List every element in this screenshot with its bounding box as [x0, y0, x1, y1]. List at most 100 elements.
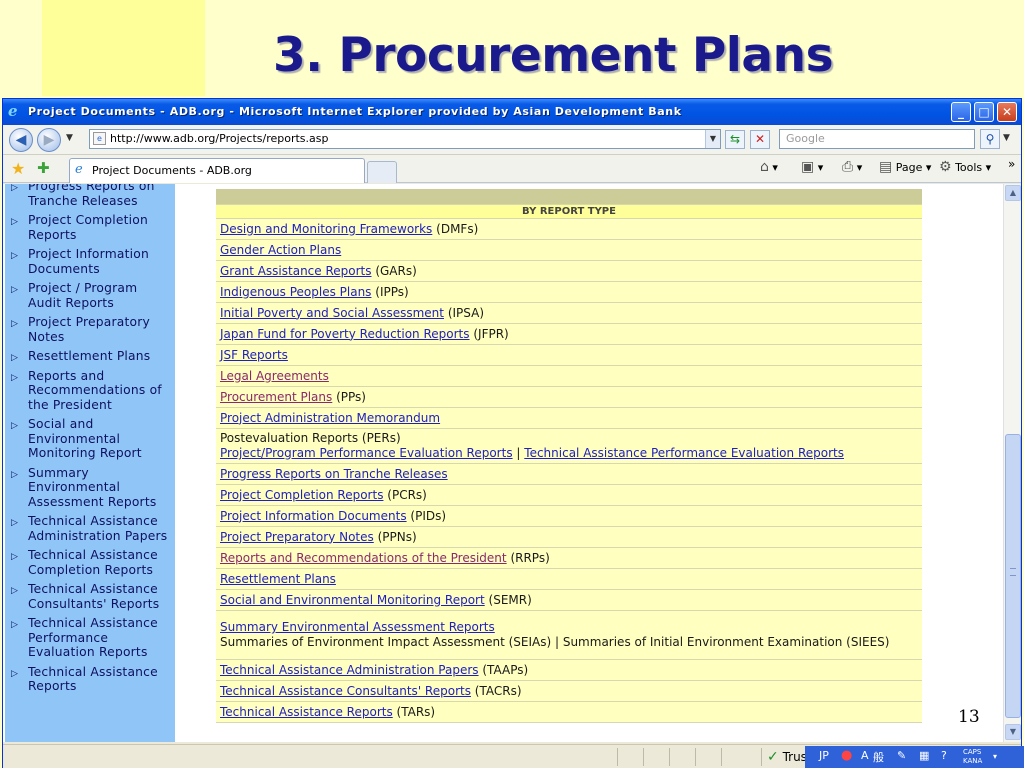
- page-menu-button[interactable]: ▤ Page ▾: [879, 159, 931, 175]
- report-link[interactable]: Technical Assistance Performance Evaluat…: [524, 446, 844, 460]
- feeds-button[interactable]: ▣ ▾: [801, 159, 823, 175]
- table-cell: JSF Reports: [216, 344, 922, 366]
- new-tab-button[interactable]: [367, 161, 397, 183]
- status-divider: [695, 748, 696, 766]
- window-titlebar[interactable]: e Project Documents - ADB.org - Microsof…: [3, 99, 1021, 125]
- back-button[interactable]: ◀: [9, 128, 33, 152]
- triangle-right-icon: ▷: [11, 421, 19, 431]
- scroll-down-icon[interactable]: ▼: [1005, 724, 1021, 740]
- table-cell: Postevaluation Reports (PERs) Project/Pro…: [216, 428, 922, 464]
- address-url: http://www.adb.org/Projects/reports.asp: [110, 132, 329, 145]
- sidebar-item[interactable]: ▷ Project Completion Reports: [5, 213, 175, 242]
- sidebar-item[interactable]: ▷ Technical Assistance Administration Pap…: [5, 514, 175, 543]
- ime-icon[interactable]: ●: [841, 748, 852, 763]
- row-abbreviation: (TARs): [396, 704, 436, 719]
- sidebar-item[interactable]: ▷ Summary Environmental Assessment Report…: [5, 466, 175, 510]
- chevron-right-icon[interactable]: »: [1008, 157, 1015, 171]
- table-row: Reports and Recommendations of the Presi…: [216, 547, 922, 569]
- sidebar-item[interactable]: ▷ Reports and Recommendations of the Pres…: [5, 369, 175, 413]
- status-divider: [721, 748, 722, 766]
- table-row: Technical Assistance Reports (TARs): [216, 701, 922, 723]
- minimize-button[interactable]: _: [951, 102, 971, 122]
- table-cell: Procurement Plans (PPs): [216, 386, 922, 408]
- report-link[interactable]: Progress Reports on Tranche Releases: [220, 467, 448, 481]
- sidebar-item[interactable]: ▷ Resettlement Plans: [5, 349, 175, 364]
- address-dropdown-icon[interactable]: ▼: [705, 130, 720, 148]
- sidebar-item-label: Reports and Recommendations of the Presi…: [28, 368, 162, 412]
- report-link[interactable]: Technical Assistance Administration Pape…: [220, 663, 479, 677]
- search-icon[interactable]: ⚲: [980, 129, 1000, 149]
- tools-menu-button[interactable]: ⚙ Tools ▾: [939, 159, 991, 175]
- security-zone[interactable]: ✓ Trus: [767, 749, 807, 765]
- row-abbreviation: (IPPs): [375, 284, 409, 299]
- report-link[interactable]: Social and Environmental Monitoring Repo…: [220, 593, 485, 607]
- report-link[interactable]: Indigenous Peoples Plans: [220, 285, 371, 299]
- sidebar-item[interactable]: ▷ Social and Environmental Monitoring Rep…: [5, 417, 175, 461]
- report-link[interactable]: Project Preparatory Notes: [220, 530, 374, 544]
- scroll-up-icon[interactable]: ▲: [1005, 185, 1021, 201]
- report-link[interactable]: Project Completion Reports: [220, 488, 383, 502]
- langbar-menu-icon[interactable]: ▾: [993, 752, 997, 761]
- window-title: Project Documents - ADB.org - Microsoft …: [28, 105, 682, 118]
- favorites-star-icon[interactable]: ★: [11, 159, 25, 178]
- report-link[interactable]: Gender Action Plans: [220, 243, 341, 257]
- sidebar-item[interactable]: ▷ Technical Assistance Reports: [5, 665, 175, 694]
- report-link[interactable]: Technical Assistance Reports: [220, 705, 393, 719]
- scroll-thumb[interactable]: [1005, 434, 1021, 718]
- sidebar-item[interactable]: ▷ Project Information Documents: [5, 247, 175, 276]
- language-bar[interactable]: JP ● A 般 ✎ ▦ ? CAPS KANA ▾: [805, 746, 1024, 768]
- row-separator: |: [516, 446, 521, 460]
- report-link[interactable]: Japan Fund for Poverty Reduction Reports: [220, 327, 470, 341]
- home-icon: ⌂: [760, 159, 769, 175]
- report-link[interactable]: Summary Environmental Assessment Reports: [220, 620, 495, 634]
- vertical-scrollbar[interactable]: ▲ ▼: [1003, 184, 1021, 742]
- report-link[interactable]: Resettlement Plans: [220, 572, 336, 586]
- report-link[interactable]: JSF Reports: [220, 348, 288, 362]
- report-link[interactable]: Project Administration Memorandum: [220, 411, 440, 425]
- tab-project-documents[interactable]: e Project Documents - ADB.org: [69, 158, 365, 183]
- report-link[interactable]: Reports and Recommendations of the Presi…: [220, 551, 507, 565]
- recent-pages-dropdown-icon[interactable]: ▼: [66, 133, 73, 143]
- triangle-right-icon: ▷: [11, 518, 19, 528]
- report-link[interactable]: Design and Monitoring Frameworks: [220, 222, 432, 236]
- language-indicator[interactable]: JP: [819, 749, 829, 762]
- report-link[interactable]: Grant Assistance Reports: [220, 264, 372, 278]
- report-link[interactable]: Legal Agreements: [220, 369, 329, 383]
- sidebar-item[interactable]: ▷ Technical Assistance Performance Evalua…: [5, 616, 175, 660]
- add-favorites-icon[interactable]: ✚: [37, 159, 50, 177]
- home-button[interactable]: ⌂ ▾: [760, 159, 778, 175]
- sidebar-item[interactable]: ▷ Progress Reports on Tranche Releases: [5, 184, 175, 208]
- table-row: Social and Environmental Monitoring Repo…: [216, 589, 922, 611]
- report-link[interactable]: Procurement Plans: [220, 390, 332, 404]
- row-abbreviation: (PCRs): [387, 487, 427, 502]
- close-button[interactable]: ✕: [997, 102, 1017, 122]
- ime-mode-a[interactable]: A: [861, 749, 869, 762]
- table-row: Design and Monitoring Frameworks (DMFs): [216, 218, 922, 240]
- report-link[interactable]: Project Information Documents: [220, 509, 407, 523]
- sidebar-item[interactable]: ▷ Technical Assistance Completion Reports: [5, 548, 175, 577]
- triangle-right-icon: ▷: [11, 586, 19, 596]
- help-icon[interactable]: ?: [941, 749, 947, 762]
- stop-button[interactable]: ✕: [750, 130, 770, 149]
- triangle-right-icon: ▷: [11, 184, 19, 193]
- refresh-button[interactable]: ⇆: [725, 130, 745, 149]
- tab-toolbar: ★ ✚ e Project Documents - ADB.org ⌂ ▾ ▣ …: [3, 155, 1021, 183]
- browser-window: e Project Documents - ADB.org - Microsof…: [2, 98, 1022, 768]
- sidebar-item[interactable]: ▷ Technical Assistance Consultants' Repor…: [5, 582, 175, 611]
- sidebar-item[interactable]: ▷ Project Preparatory Notes: [5, 315, 175, 344]
- tool-icon[interactable]: ✎: [897, 749, 906, 762]
- sidebar-item[interactable]: ▷ Project / Program Audit Reports: [5, 281, 175, 310]
- report-link[interactable]: Initial Poverty and Social Assessment: [220, 306, 444, 320]
- print-button[interactable]: ⎙ ▾: [842, 159, 862, 175]
- report-link[interactable]: Technical Assistance Consultants' Report…: [220, 684, 471, 698]
- address-input[interactable]: e http://www.adb.org/Projects/reports.as…: [89, 129, 721, 149]
- search-options-dropdown-icon[interactable]: ▼: [1003, 133, 1010, 143]
- dictionary-icon[interactable]: ▦: [919, 749, 929, 762]
- search-input[interactable]: Google: [779, 129, 975, 149]
- ime-mode-kanji[interactable]: 般: [873, 749, 884, 765]
- forward-button[interactable]: ▶: [37, 128, 61, 152]
- report-link[interactable]: Project/Program Performance Evaluation R…: [220, 446, 513, 460]
- maximize-button[interactable]: □: [974, 102, 994, 122]
- triangle-right-icon: ▷: [11, 285, 19, 295]
- caps-indicator: CAPS: [963, 748, 982, 756]
